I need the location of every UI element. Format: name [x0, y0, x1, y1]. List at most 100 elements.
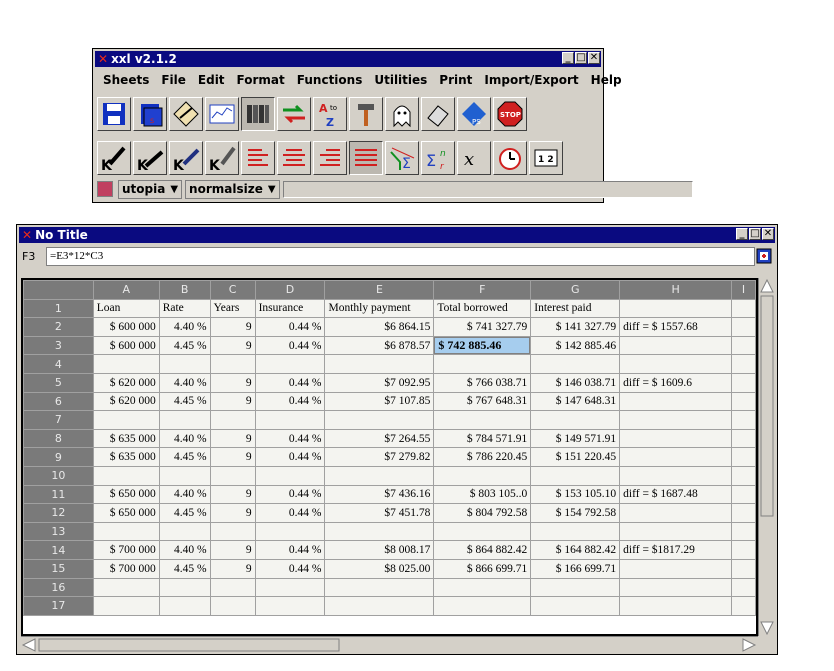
toolbar-titlebar[interactable]: ✕ xxl v2.1.2 _ □ ✕	[95, 51, 601, 67]
spreadsheet-grid[interactable]: ABCDEFGHI 1 Loan Rate Years Insurance Monthly…	[21, 278, 758, 636]
align-justify-button[interactable]	[349, 141, 383, 175]
row-header[interactable]: 14	[23, 540, 94, 560]
cell-a8[interactable]: $ 635 000	[92, 428, 160, 449]
numbers-button[interactable]: 1 2	[529, 141, 563, 175]
menu-functions[interactable]: Functions	[297, 73, 363, 87]
row-header[interactable]: 15	[23, 558, 94, 579]
sum-filter-button[interactable]: Σ	[385, 141, 419, 175]
cell-h10[interactable]	[619, 465, 733, 486]
cell-i3[interactable]	[731, 335, 756, 356]
cell-f8[interactable]: $ 784 571.91	[433, 428, 532, 449]
menu-help[interactable]: Help	[591, 73, 622, 87]
cell-i14[interactable]	[731, 540, 756, 560]
cell-e7[interactable]	[324, 410, 435, 430]
row-header[interactable]: 11	[23, 484, 94, 505]
column-header-d[interactable]: D	[254, 280, 326, 300]
cell-e1[interactable]: Monthly payment	[324, 298, 435, 319]
sum-n-r-button[interactable]: Σnr	[421, 141, 455, 175]
cell-b13[interactable]	[158, 521, 211, 542]
row-header[interactable]: 6	[23, 391, 94, 412]
cell-d14[interactable]: 0.44 %	[254, 540, 326, 560]
cell-g11[interactable]: $ 153 105.10	[530, 484, 621, 505]
cell-e5[interactable]: $7 092.95	[324, 372, 435, 393]
cell-a5[interactable]: $ 620 000	[92, 372, 160, 393]
cell-b11[interactable]: 4.40 %	[158, 484, 211, 505]
cell-b15[interactable]: 4.45 %	[158, 558, 211, 579]
cell-c13[interactable]	[209, 521, 256, 542]
cell-f16[interactable]	[433, 577, 532, 598]
pen-k3-button[interactable]: K	[169, 141, 203, 175]
cell-d15[interactable]: 0.44 %	[254, 558, 326, 579]
alarm-clock-button[interactable]	[493, 141, 527, 175]
cell-c16[interactable]	[209, 577, 256, 598]
cell-f15[interactable]: $ 866 699.71	[433, 558, 532, 579]
cell-c2[interactable]: 9	[209, 317, 256, 337]
row-header[interactable]: 3	[23, 335, 94, 356]
cell-c15[interactable]: 9	[209, 558, 256, 579]
column-header-a[interactable]: A	[92, 280, 160, 300]
cell-i16[interactable]	[731, 577, 756, 598]
stop-button[interactable]: STOP	[493, 97, 527, 131]
cell-g16[interactable]	[530, 577, 621, 598]
cell-g9[interactable]: $ 151 220.45	[530, 447, 621, 467]
menu-edit[interactable]: Edit	[198, 73, 225, 87]
cell-h2[interactable]: diff = $ 1557.68	[619, 317, 733, 337]
font-name-select[interactable]: utopia ▼	[118, 179, 183, 199]
cell-f2[interactable]: $ 741 327.79	[433, 317, 532, 337]
books-button[interactable]	[241, 97, 275, 131]
menu-utilities[interactable]: Utilities	[374, 73, 427, 87]
export-ps-button[interactable]: PS	[457, 97, 491, 131]
cell-c8[interactable]: 9	[209, 428, 256, 449]
cell-g4[interactable]	[530, 354, 621, 374]
edit-cell-button[interactable]	[169, 97, 203, 131]
maximize-button[interactable]: □	[749, 228, 761, 240]
row-header[interactable]: 13	[23, 521, 94, 542]
row-header[interactable]: 4	[23, 354, 94, 374]
cell-d1[interactable]: Insurance	[254, 298, 326, 319]
cell-e8[interactable]: $7 264.55	[324, 428, 435, 449]
cell-d2[interactable]: 0.44 %	[254, 317, 326, 337]
row-header[interactable]: 5	[23, 372, 94, 393]
font-size-select[interactable]: normalsize ▼	[185, 179, 280, 199]
formula-apply-icon[interactable]	[756, 248, 772, 264]
cell-e4[interactable]	[324, 354, 435, 374]
cell-i17[interactable]	[731, 596, 756, 616]
cell-f17[interactable]	[433, 596, 532, 616]
cell-c10[interactable]	[209, 465, 256, 486]
pen-k1-button[interactable]: K	[97, 141, 131, 175]
cell-b8[interactable]: 4.40 %	[158, 428, 211, 449]
color-swatch-button[interactable]	[97, 181, 113, 197]
cell-b2[interactable]: 4.40 %	[158, 317, 211, 337]
cell-g6[interactable]: $ 147 648.31	[530, 391, 621, 412]
cell-e15[interactable]: $8 025.00	[324, 558, 435, 579]
cell-i6[interactable]	[731, 391, 756, 412]
cell-e13[interactable]	[324, 521, 435, 542]
cell-f4[interactable]	[433, 354, 532, 374]
cell-d5[interactable]: 0.44 %	[254, 372, 326, 393]
cell-b7[interactable]	[158, 410, 211, 430]
cell-a14[interactable]: $ 700 000	[92, 540, 160, 560]
column-header-e[interactable]: E	[324, 280, 435, 300]
swap-arrows-button[interactable]	[277, 97, 311, 131]
cell-b4[interactable]	[158, 354, 211, 374]
cell-c11[interactable]: 9	[209, 484, 256, 505]
cell-h12[interactable]	[619, 503, 733, 523]
save-sheets-button[interactable]: s	[133, 97, 167, 131]
cell-i15[interactable]	[731, 558, 756, 579]
cell-c4[interactable]	[209, 354, 256, 374]
cell-b6[interactable]: 4.45 %	[158, 391, 211, 412]
cell-b1[interactable]: Rate	[158, 298, 211, 319]
cell-c3[interactable]: 9	[209, 335, 256, 356]
minimize-button[interactable]: _	[736, 228, 748, 240]
cell-b16[interactable]	[158, 577, 211, 598]
cell-g13[interactable]	[530, 521, 621, 542]
cell-g7[interactable]	[530, 410, 621, 430]
row-header[interactable]: 12	[23, 503, 94, 523]
cell-e10[interactable]	[324, 465, 435, 486]
row-header[interactable]: 17	[23, 596, 94, 616]
cell-f9[interactable]: $ 786 220.45	[433, 447, 532, 467]
cell-f1[interactable]: Total borrowed	[433, 298, 532, 319]
cell-d4[interactable]	[254, 354, 326, 374]
cell-f5[interactable]: $ 766 038.71	[433, 372, 532, 393]
sheet-titlebar[interactable]: ✕ No Title _ □ ✕	[19, 227, 775, 243]
